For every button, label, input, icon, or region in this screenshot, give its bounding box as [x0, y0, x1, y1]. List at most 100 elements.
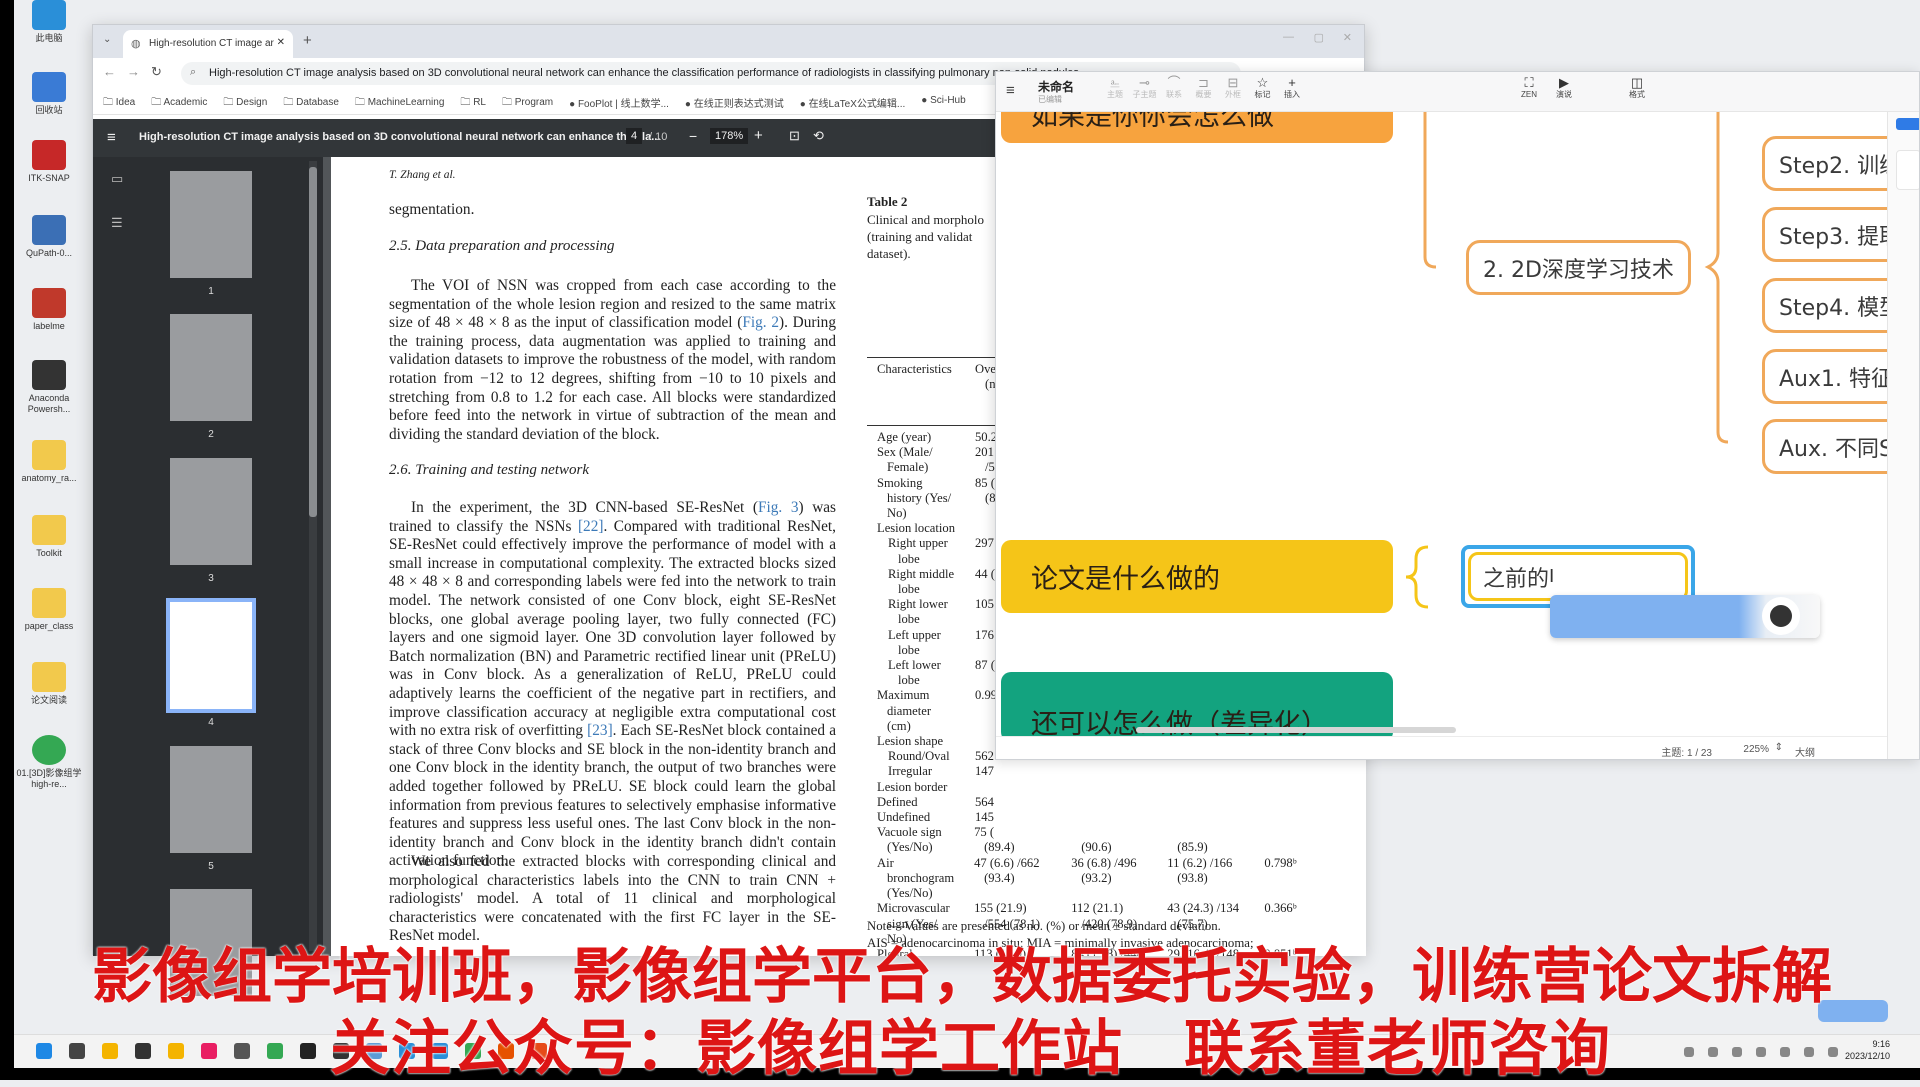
- horizontal-scrollbar[interactable]: [996, 727, 1887, 735]
- page-thumbnail[interactable]: [170, 458, 252, 565]
- toolbar-button-boundary[interactable]: ⊟ 外框: [1218, 76, 1248, 101]
- step-node[interactable]: Step2. 训练: [1762, 136, 1902, 191]
- folder-icon: 🗀: [354, 97, 368, 108]
- step-node[interactable]: Aux1. 特征: [1762, 349, 1902, 404]
- desktop-icon[interactable]: paper_class: [16, 588, 82, 632]
- bookmark[interactable]: 🗀 Database: [283, 95, 339, 114]
- new-tab-icon[interactable]: +: [303, 32, 312, 49]
- present-button[interactable]: ▶ 演说: [1549, 76, 1579, 101]
- style-preview[interactable]: [1896, 150, 1919, 190]
- search-icon[interactable]: [69, 1043, 85, 1059]
- desktop-icon[interactable]: anatomy_ra...: [16, 440, 82, 484]
- bookmark[interactable]: 🗀 Academic: [151, 95, 207, 114]
- toolbar-button-plus[interactable]: + 插入: [1277, 76, 1307, 101]
- page-thumbnail[interactable]: [170, 314, 252, 421]
- reload-icon[interactable]: ↻: [151, 64, 162, 80]
- bookmark[interactable]: 🗀 MachineLearning: [355, 95, 445, 114]
- app-icon[interactable]: [1780, 1047, 1790, 1057]
- citation-link[interactable]: Fig. 2: [742, 314, 779, 331]
- site-icon: ●: [569, 99, 578, 110]
- close-window-icon[interactable]: ✕: [1343, 31, 1352, 44]
- node-yellow-outline[interactable]: 之前的 I: [1468, 552, 1688, 601]
- page-thumbnail[interactable]: [170, 746, 252, 853]
- zoom-input[interactable]: 178%: [710, 128, 749, 144]
- copilot-icon[interactable]: [102, 1043, 118, 1059]
- thumbnail-scrollbar[interactable]: [309, 161, 317, 951]
- node-text: Step3. 提取: [1779, 224, 1902, 250]
- task-view-icon[interactable]: [135, 1043, 151, 1059]
- ime-icon[interactable]: [1756, 1047, 1766, 1057]
- format-tab-button[interactable]: [1896, 118, 1919, 130]
- node-yellow[interactable]: 论文是什么做的: [1001, 540, 1393, 613]
- toolbar-button-relation[interactable]: ⌒ 联系: [1159, 76, 1189, 101]
- bookmark[interactable]: ● FooPlot | 线上数学...: [569, 95, 669, 114]
- fit-page-icon[interactable]: ⊡: [789, 128, 800, 144]
- bookmark[interactable]: 🗀 RL: [460, 95, 486, 114]
- outline-icon[interactable]: ☰: [111, 215, 123, 231]
- step-node[interactable]: Aux. 不同S: [1762, 419, 1902, 474]
- rotate-icon[interactable]: ⟲: [813, 128, 824, 144]
- bookmark[interactable]: ● 在线LaTeX公式编辑...: [800, 95, 906, 114]
- citation-link[interactable]: Fig. 3: [758, 499, 799, 516]
- back-icon[interactable]: ←: [103, 64, 116, 79]
- format-button[interactable]: ◫ 格式: [1622, 76, 1652, 101]
- step-node[interactable]: Step4. 模型: [1762, 278, 1902, 333]
- bookmark[interactable]: 🗀 Idea: [103, 95, 135, 114]
- citation-link[interactable]: [22]: [578, 518, 604, 535]
- page-number-input[interactable]: 4: [626, 128, 643, 144]
- chrome-icon[interactable]: [267, 1043, 283, 1059]
- citation-link[interactable]: [23]: [587, 722, 613, 739]
- thumbnails-icon[interactable]: ▭: [111, 171, 123, 187]
- start-icon[interactable]: [36, 1043, 52, 1059]
- toolbar-button-topic[interactable]: ⎁ 主题: [1100, 76, 1130, 101]
- menu-icon[interactable]: ≡: [1006, 82, 1015, 99]
- node-2d-deep-learning[interactable]: 2. 2D深度学习技术: [1466, 240, 1691, 295]
- app-icon[interactable]: [201, 1043, 217, 1059]
- file-name[interactable]: 未命名: [1038, 78, 1074, 95]
- minimize-icon[interactable]: —: [1283, 31, 1294, 43]
- zoom-stepper-icon[interactable]: ⇕: [1775, 742, 1783, 753]
- zoom-in-icon[interactable]: +: [754, 127, 763, 144]
- desktop-icon[interactable]: QuPath-0...: [16, 215, 82, 259]
- step-node[interactable]: Step3. 提取: [1762, 207, 1902, 262]
- page-thumbnail[interactable]: [166, 598, 256, 713]
- desktop-icon[interactable]: 回收站: [16, 72, 82, 116]
- desktop-icon-label: ITK-SNAP: [28, 173, 70, 183]
- menu-icon[interactable]: ≡: [107, 129, 116, 146]
- file-explorer-icon[interactable]: [168, 1043, 184, 1059]
- desktop-icon[interactable]: 此电脑: [16, 0, 82, 44]
- desktop-icon[interactable]: Anaconda Powersh...: [16, 360, 82, 415]
- chevron-up-icon[interactable]: [1684, 1047, 1694, 1057]
- table-cell: Right lower lobe: [888, 597, 948, 627]
- maximize-icon[interactable]: ▢: [1314, 31, 1324, 44]
- desktop-icon[interactable]: ITK-SNAP: [16, 140, 82, 184]
- wechat-icon[interactable]: [1708, 1047, 1718, 1057]
- toolbar-button-summary[interactable]: ⊐ 概要: [1189, 76, 1219, 101]
- tab-active[interactable]: ◍ High-resolution CT image ar ✕: [123, 30, 293, 58]
- desktop-icon[interactable]: Toolkit: [16, 515, 82, 559]
- terminal-icon[interactable]: [300, 1043, 316, 1059]
- page-thumbnail[interactable]: [170, 171, 252, 278]
- zen-button[interactable]: ⛶ ZEN: [1514, 76, 1544, 101]
- tab-search-chevron-icon[interactable]: ⌄: [103, 34, 111, 45]
- desktop-icon[interactable]: 论文阅读: [16, 662, 82, 706]
- bookmark[interactable]: 🗀 Design: [223, 95, 267, 114]
- ime-candidate-popup[interactable]: [1550, 595, 1820, 638]
- display-icon[interactable]: [1804, 1047, 1814, 1057]
- toolbar-button-star[interactable]: ☆ 标记: [1248, 76, 1278, 101]
- mic-icon[interactable]: [1732, 1047, 1742, 1057]
- outline-button[interactable]: 大纲: [1795, 744, 1815, 759]
- desktop-icon[interactable]: 01.[3D]影像组学 high-re...: [16, 735, 82, 790]
- zoom-level[interactable]: 225%: [1743, 744, 1769, 755]
- bookmark[interactable]: ● 在线正则表达式测试: [685, 95, 784, 114]
- zoom-out-icon[interactable]: −: [689, 128, 697, 144]
- bookmark[interactable]: ● Sci-Hub: [921, 95, 965, 114]
- bookmark[interactable]: 🗀 Program: [502, 95, 553, 114]
- desktop-icon[interactable]: labelme: [16, 288, 82, 332]
- close-tab-icon[interactable]: ✕: [277, 37, 285, 48]
- toolbar-button-subtopic[interactable]: ⊸ 子主题: [1130, 76, 1160, 101]
- volume-icon[interactable]: [1828, 1047, 1838, 1057]
- app-icon[interactable]: [234, 1043, 250, 1059]
- clock[interactable]: 9:16 2023/12/10: [1845, 1038, 1890, 1062]
- forward-icon[interactable]: →: [127, 64, 140, 79]
